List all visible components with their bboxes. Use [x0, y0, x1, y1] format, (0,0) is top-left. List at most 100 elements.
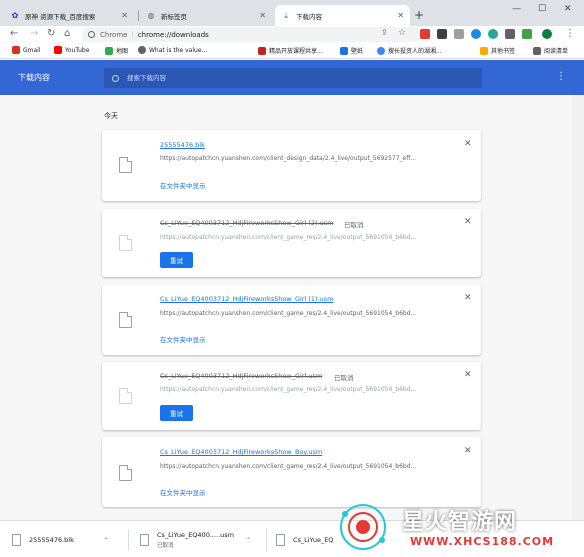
extension-adblock-icon[interactable]	[420, 29, 430, 39]
close-window-icon[interactable]: ✕	[564, 4, 572, 14]
file-source-url[interactable]: https://autopatchcn.yuanshen.com/client_…	[160, 155, 468, 162]
bookmark-other[interactable]: 其他书签	[480, 46, 515, 55]
search-box[interactable]	[104, 68, 482, 88]
downloads-list: 今天 25555476.blk https://autopatchcn.yuan…	[0, 95, 584, 520]
cancelled-status: 已取消	[344, 221, 364, 229]
download-item: Cs_LiYue_EQ4003712_HdjFireworksShow_Boy.…	[102, 437, 481, 507]
file-icon	[119, 312, 132, 328]
address-bar[interactable]: Chrome | chrome://downloads	[82, 27, 422, 42]
profile-avatar[interactable]	[542, 29, 552, 39]
close-tab-icon[interactable]: ✕	[397, 11, 404, 20]
bookmark-label: Gmail	[23, 46, 41, 54]
shelf-item[interactable]: Cs_LiYue_EQ	[276, 527, 333, 553]
remove-item-icon[interactable]: ✕	[464, 446, 472, 456]
search-icon	[112, 74, 119, 82]
bookmark-label: 地图	[116, 48, 129, 55]
tab-title: 原神 资源下载_百度搜索	[25, 12, 96, 21]
bookmark-reading-list[interactable]: 阅读清单	[533, 46, 568, 55]
new-tab-plus-icon[interactable]: +	[414, 8, 424, 22]
watermark-logo-icon	[340, 504, 386, 550]
remove-item-icon[interactable]: ✕	[464, 139, 472, 149]
close-tab-icon[interactable]: ✕	[259, 11, 266, 20]
file-icon	[119, 465, 132, 481]
shelf-file-name: Cs_LiYue_EQ400.....usm	[157, 531, 234, 539]
close-tab-icon[interactable]: ✕	[121, 11, 128, 20]
more-actions-icon[interactable]: ⋮	[556, 71, 566, 82]
file-name: Cs_LiYue_EQ4003712_HdjFireworksShow_Girl…	[160, 372, 323, 380]
file-name-link[interactable]: Cs_LiYue_EQ4003712_HdjFireworksShow_Girl…	[160, 295, 333, 303]
extension-grid-icon[interactable]	[505, 29, 515, 39]
show-in-folder-link[interactable]: 在文件夹中显示	[160, 334, 206, 344]
tab-downloads[interactable]: ⤓ 下载内容 ✕	[275, 5, 410, 26]
globe-icon	[138, 46, 146, 54]
minimize-icon[interactable]: —	[512, 4, 521, 14]
chrome-menu-icon[interactable]: ⋮	[565, 28, 575, 39]
chevron-up-icon[interactable]: ⌃	[246, 537, 251, 544]
tab-separator	[138, 10, 139, 21]
download-item: Cs_LiYue_EQ4003712_HdjFireworksShow_Girl…	[102, 209, 481, 277]
maps-icon	[105, 46, 113, 55]
extension-green-icon[interactable]	[522, 29, 532, 39]
bookmark-gmail[interactable]: Gmail	[12, 46, 41, 54]
file-icon	[119, 388, 132, 404]
file-name-link[interactable]: Cs_LiYue_EQ4003712_HdjFireworksShow_Boy.…	[160, 448, 322, 456]
paw-icon	[377, 46, 385, 55]
bookmark-label: 阅读清单	[544, 48, 569, 55]
shelf-item[interactable]: 25555476.blk ⌃	[12, 527, 109, 553]
watermark-url: WWW.XHCS188.COM	[406, 535, 559, 548]
bookmark-label: 搜长投资人的湖湘...	[388, 48, 442, 55]
download-item: 25555476.blk https://autopatchcn.yuanshe…	[102, 130, 481, 201]
bookmark-paw[interactable]: 搜长投资人的湖湘...	[377, 46, 442, 55]
file-source-url: https://autopatchcn.yuanshen.com/client_…	[160, 234, 417, 241]
bookmark-label: What is the value...	[149, 46, 208, 54]
download-item: Cs_LiYue_EQ4003712_HdjFireworksShow_Girl…	[102, 362, 481, 430]
toolbar: ← → ↻ ⌂ Chrome | chrome://downloads ⇪ ☆ …	[0, 26, 584, 43]
retry-button[interactable]: 重试	[160, 252, 193, 268]
retry-button[interactable]: 重试	[160, 405, 193, 421]
share-icon[interactable]: ⇪	[381, 28, 388, 37]
page-title: 下载内容	[18, 73, 50, 82]
show-in-folder-link[interactable]: 在文件夹中显示	[160, 487, 206, 497]
download-icon: ⤓	[284, 10, 288, 20]
bookmark-label: 精品开放课程共享...	[269, 48, 323, 55]
file-icon	[119, 157, 132, 173]
extension-puzzle-icon[interactable]	[437, 29, 447, 39]
search-input[interactable]	[127, 74, 467, 82]
bookmark-wallpaper[interactable]: 壁纸	[340, 46, 363, 55]
extension-blue-icon[interactable]	[471, 29, 481, 39]
bookmark-maps[interactable]: 地图	[105, 46, 128, 55]
address-url: chrome://downloads	[137, 30, 209, 39]
file-source-url: https://autopatchcn.yuanshen.com/client_…	[160, 386, 417, 393]
download-item: Cs_LiYue_EQ4003712_HdjFireworksShow_Girl…	[102, 285, 481, 355]
home-icon[interactable]: ⌂	[64, 28, 70, 39]
forward-arrow-icon[interactable]: →	[30, 28, 38, 39]
remove-item-icon[interactable]: ✕	[464, 370, 472, 380]
tab-new-tab[interactable]: ◍ 新标签页 ✕	[140, 5, 272, 26]
back-arrow-icon[interactable]: ←	[10, 28, 18, 39]
shelf-item[interactable]: Cs_LiYue_EQ400.....usm 已取消 ⌃	[140, 527, 251, 553]
bookmark-star-icon[interactable]: ☆	[398, 28, 406, 38]
tab-baidu-search[interactable]: ✿ 原神 资源下载_百度搜索 ✕	[4, 5, 134, 26]
remove-item-icon[interactable]: ✕	[464, 217, 472, 227]
bookmark-course[interactable]: 精品开放课程共享...	[258, 46, 323, 55]
bookmark-what-is-value[interactable]: What is the value...	[138, 46, 207, 54]
file-icon	[276, 534, 285, 546]
remove-item-icon[interactable]: ✕	[464, 293, 472, 303]
file-source-url[interactable]: https://autopatchcn.yuanshen.com/client_…	[160, 310, 468, 317]
bookmarks-bar: Gmail YouTube 地图 What is the value... 精品…	[0, 43, 584, 59]
site-info-icon[interactable]	[88, 31, 95, 38]
file-source-url[interactable]: https://autopatchcn.yuanshen.com/client_…	[160, 463, 468, 470]
show-in-folder-link[interactable]: 在文件夹中显示	[160, 180, 206, 190]
extension-teal-icon[interactable]	[488, 29, 498, 39]
scrollbar[interactable]	[572, 95, 584, 520]
extension-screen-icon[interactable]	[454, 29, 464, 39]
reload-icon[interactable]: ↻	[47, 28, 55, 39]
chevron-up-icon[interactable]: ⌃	[104, 537, 109, 544]
maximize-icon[interactable]: ☐	[538, 4, 546, 14]
cancelled-status: 已取消	[334, 374, 354, 382]
shelf-file-name: Cs_LiYue_EQ	[293, 536, 334, 544]
bookmark-youtube[interactable]: YouTube	[54, 46, 89, 54]
file-name-link[interactable]: 25555476.blk	[160, 141, 205, 149]
tab-title: 下载内容	[296, 12, 322, 21]
tab-title: 新标签页	[161, 12, 187, 21]
